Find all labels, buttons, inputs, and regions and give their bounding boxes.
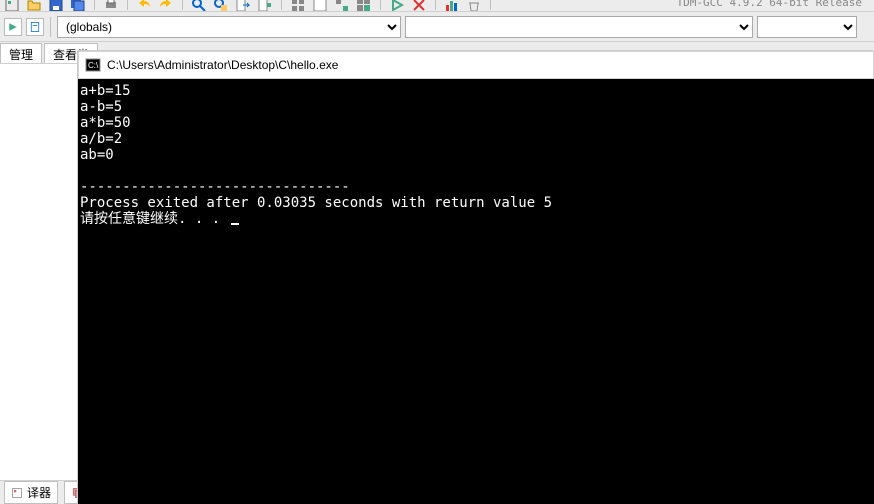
rebuild-icon[interactable] [356,0,372,10]
goto-line-button[interactable] [26,18,44,36]
tab-manage[interactable]: 管理 [0,43,42,63]
save-icon[interactable] [48,0,64,10]
function-select[interactable] [405,16,753,38]
svg-text:C:\: C:\ [88,61,99,70]
compiler-icon [11,487,23,499]
scope-toolbar: (globals) [0,12,874,42]
undo-icon[interactable] [136,0,152,10]
console-window: C:\ C:\Users\Administrator\Desktop\C\hel… [78,51,874,504]
debug-start-icon[interactable] [389,0,405,10]
print-icon[interactable] [103,0,119,10]
run-icon[interactable] [312,0,328,10]
compiler-log-label: 译器 [27,484,51,501]
properties-icon[interactable] [4,0,20,10]
goto-icon[interactable] [235,0,251,10]
compile-run-icon[interactable] [334,0,350,10]
open-icon[interactable] [26,0,42,10]
extra-select[interactable] [757,16,857,38]
console-title-text: C:\Users\Administrator\Desktop\C\hello.e… [107,58,338,72]
clean-icon[interactable] [466,0,482,10]
debug-stop-icon[interactable] [411,0,427,10]
profile-icon[interactable] [444,0,460,10]
compiler-log-tab[interactable]: 译器 [4,481,58,504]
main-toolbar: TDM-GCC 4.9.2 64-bit Release [0,0,874,12]
scope-select[interactable]: (globals) [57,16,401,38]
save-all-icon[interactable] [70,0,86,10]
compiler-label: TDM-GCC 4.9.2 64-bit Release [677,0,870,9]
redo-icon[interactable] [158,0,174,10]
goto-function-button[interactable] [4,18,22,36]
console-icon: C:\ [85,57,101,73]
console-titlebar[interactable]: C:\ C:\Users\Administrator\Desktop\C\hel… [78,51,874,79]
console-output[interactable]: a+b=15 a-b=5 a*b=50 a/b=2 ab=0 ---------… [78,79,874,504]
compile-icon[interactable] [290,0,306,10]
replace-icon[interactable] [213,0,229,10]
bookmarks-icon[interactable] [257,0,273,10]
find-icon[interactable] [191,0,207,10]
